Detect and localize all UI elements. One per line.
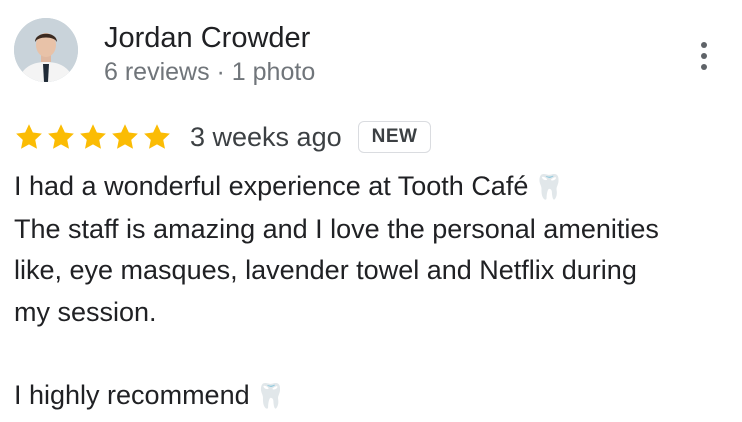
star-icon bbox=[112, 124, 138, 149]
review-line: like, eye masques, lavender towel and Ne… bbox=[14, 255, 637, 285]
review-text: I had a wonderful experience at Tooth Ca… bbox=[14, 166, 729, 417]
review-line: I highly recommend 🦷 bbox=[14, 379, 286, 410]
review-line: I had a wonderful experience at Tooth Ca… bbox=[14, 171, 565, 201]
star-icon bbox=[80, 124, 106, 149]
more-vert-icon-dot bbox=[701, 53, 707, 59]
reviewer-avatar[interactable] bbox=[14, 18, 78, 82]
rating-row: 3 weeks ago NEW bbox=[14, 116, 432, 158]
more-options-menu[interactable] bbox=[692, 36, 716, 76]
review-time: 3 weeks ago bbox=[190, 121, 342, 152]
review-line-blank bbox=[14, 333, 729, 375]
review-line: The staff is amazing and I love the pers… bbox=[14, 213, 659, 244]
avatar-image bbox=[14, 18, 78, 82]
star-icon bbox=[16, 124, 42, 149]
more-vert-icon-dot bbox=[701, 64, 707, 70]
tooth-icon: 🦷 bbox=[255, 382, 286, 410]
reviewer-meta: 6 reviews · 1 photo bbox=[104, 58, 316, 86]
review-line: my session. bbox=[14, 296, 157, 327]
star-icon bbox=[48, 124, 74, 149]
star-icon bbox=[144, 124, 170, 149]
new-badge: NEW bbox=[357, 121, 432, 153]
star-rating bbox=[14, 122, 172, 152]
more-vert-icon bbox=[701, 42, 707, 48]
reviewer-name[interactable]: Jordan Crowder bbox=[104, 20, 310, 56]
tooth-icon: 🦷 bbox=[534, 174, 565, 201]
